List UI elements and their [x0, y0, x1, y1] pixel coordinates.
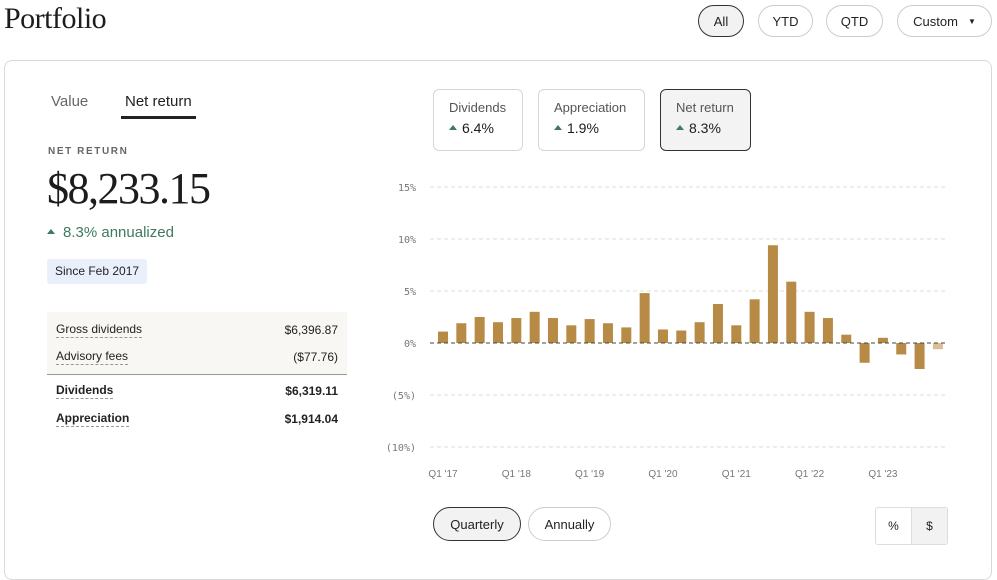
y-tick-label: 15% — [398, 183, 416, 194]
bar — [859, 343, 870, 363]
custom-label: Custom — [913, 13, 958, 29]
page-title: Portfolio — [4, 2, 107, 35]
up-arrow-icon — [676, 124, 684, 130]
caret-down-icon: ▼ — [967, 16, 976, 26]
bar — [694, 322, 705, 343]
card-name: Appreciation — [554, 100, 627, 115]
range-qtd-button[interactable]: QTD — [826, 5, 883, 37]
advisory-fees-label[interactable]: Advisory fees — [56, 349, 129, 365]
tab-value[interactable]: Value — [51, 93, 88, 116]
y-tick-label: (10%) — [386, 443, 416, 454]
table-row: Appreciation $1,914.04 — [47, 405, 347, 433]
card-value: 8.3% — [689, 120, 721, 136]
bar — [804, 311, 815, 343]
bar — [511, 318, 522, 343]
up-arrow-icon — [47, 228, 55, 234]
unit-dollar-button[interactable]: $ — [911, 508, 947, 544]
bar — [456, 323, 467, 343]
range-ytd-button[interactable]: YTD — [758, 5, 813, 37]
card-dividends[interactable]: Dividends 6.4% — [433, 89, 523, 151]
x-tick-label: Q1 '22 — [795, 469, 825, 480]
bar — [492, 322, 503, 343]
bar — [896, 343, 907, 355]
net-return-label: NET RETURN — [48, 146, 129, 157]
range-custom-dropdown[interactable]: Custom ▼ — [897, 5, 992, 37]
net-return-amount: $8,233.15 — [47, 164, 211, 213]
table-row: Dividends $6,319.11 — [47, 377, 347, 405]
dividends-label[interactable]: Dividends — [56, 383, 114, 399]
x-tick-label: Q1 '23 — [868, 469, 898, 480]
unit-toggle: % $ — [875, 507, 948, 545]
card-name: Net return — [676, 100, 734, 115]
bar — [438, 331, 448, 343]
appreciation-value: $1,914.04 — [284, 412, 338, 426]
card-value: 6.4% — [462, 120, 494, 136]
bar — [529, 311, 540, 343]
bar — [841, 334, 852, 343]
bar — [822, 318, 833, 343]
bar — [932, 343, 943, 350]
table-row: Advisory fees ($77.76) — [47, 343, 347, 370]
y-tick-label: 5% — [404, 287, 416, 298]
x-tick-label: Q1 '17 — [428, 469, 458, 480]
bar — [877, 337, 888, 343]
period-annually-button[interactable]: Annually — [528, 507, 611, 541]
bar — [676, 330, 687, 343]
annualized-return: 8.3% annualized — [47, 224, 174, 241]
x-tick-label: Q1 '19 — [575, 469, 605, 480]
up-arrow-icon — [449, 124, 457, 130]
bar — [621, 327, 632, 343]
gross-dividends-value: $6,396.87 — [284, 322, 338, 337]
period-quarterly-button[interactable]: Quarterly — [433, 507, 521, 541]
bar — [566, 325, 577, 343]
bar — [914, 343, 925, 369]
bar — [584, 319, 595, 343]
y-tick-label: 10% — [398, 235, 416, 246]
bar — [749, 299, 760, 343]
x-tick-label: Q1 '21 — [722, 469, 752, 480]
bar — [602, 323, 613, 343]
bar — [712, 304, 723, 343]
card-value: 1.9% — [567, 120, 599, 136]
range-all-button[interactable]: All — [698, 5, 744, 37]
annualized-text: 8.3% annualized — [63, 224, 174, 241]
bar — [657, 329, 668, 343]
bar — [731, 325, 742, 343]
up-arrow-icon — [554, 124, 562, 130]
net-return-bar-chart: 15% 10% 5% 0% (5%) (10%) Q1 '17 Q1 '18 Q1 '19 Q1 … — [386, 183, 947, 480]
since-badge: Since Feb 2017 — [47, 259, 148, 284]
y-tick-label: (5%) — [392, 391, 416, 402]
card-net-return[interactable]: Net return 8.3% — [660, 89, 751, 151]
bar — [786, 281, 797, 343]
bar — [474, 317, 485, 343]
bar — [767, 245, 778, 343]
card-appreciation[interactable]: Appreciation 1.9% — [538, 89, 645, 151]
bar — [547, 318, 558, 343]
bar — [639, 293, 650, 343]
x-tick-label: Q1 '20 — [648, 469, 678, 480]
card-name: Dividends — [449, 100, 507, 115]
gross-dividends-label[interactable]: Gross dividends — [56, 322, 143, 338]
advisory-fees-value: ($77.76) — [293, 349, 338, 364]
tab-net-return[interactable]: Net return — [121, 93, 196, 119]
table-row: Gross dividends $6,396.87 — [47, 316, 347, 343]
appreciation-label[interactable]: Appreciation — [56, 411, 130, 427]
y-tick-label: 0% — [404, 339, 416, 350]
breakdown-table: Gross dividends $6,396.87 Advisory fees ($… — [47, 312, 347, 433]
dividends-value: $6,319.11 — [285, 384, 338, 398]
unit-percent-button[interactable]: % — [876, 508, 911, 544]
x-tick-label: Q1 '18 — [502, 469, 532, 480]
